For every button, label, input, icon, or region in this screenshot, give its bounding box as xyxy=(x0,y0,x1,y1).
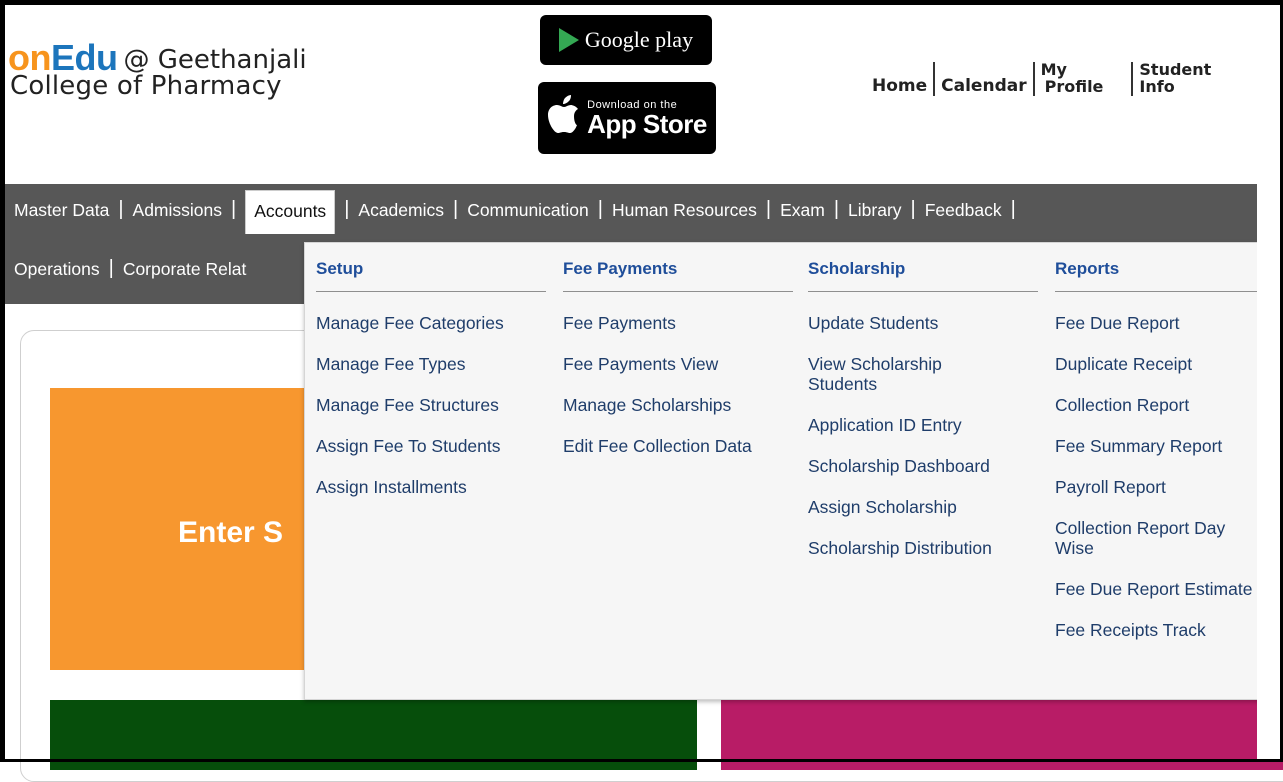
setup-list: Manage Fee Categories Manage Fee Types M… xyxy=(316,313,504,518)
nav-human-resources[interactable]: Human Resources xyxy=(612,200,757,221)
app-store-badge[interactable]: Download on the App Store xyxy=(538,82,716,154)
my-profile-line2: Profile xyxy=(1044,76,1104,96)
divider xyxy=(1131,62,1134,96)
menu-manage-fee-structures[interactable]: Manage Fee Structures xyxy=(316,395,504,415)
divider xyxy=(563,291,793,292)
nav-library[interactable]: Library xyxy=(848,200,902,221)
google-play-badge[interactable]: Google play xyxy=(540,15,712,65)
menu-fee-receipts-track[interactable]: Fee Receipts Track xyxy=(1055,620,1255,640)
nav-separator: | xyxy=(597,198,603,220)
menu-manage-scholarships[interactable]: Manage Scholarships xyxy=(563,395,752,415)
reports-list: Fee Due Report Duplicate Receipt Collect… xyxy=(1055,313,1255,661)
nav-separator: | xyxy=(231,198,237,220)
menu-application-id-entry[interactable]: Application ID Entry xyxy=(808,415,992,435)
apple-icon xyxy=(547,94,581,142)
nav-exam[interactable]: Exam xyxy=(780,200,825,221)
app-store-big-label: App Store xyxy=(587,108,707,139)
nav-feedback[interactable]: Feedback xyxy=(925,200,1002,221)
menu-fee-payments-view[interactable]: Fee Payments View xyxy=(563,354,752,374)
nav-separator: | xyxy=(1010,198,1016,220)
menu-scholarship-distribution[interactable]: Scholarship Distribution xyxy=(808,538,992,558)
nav-separator: | xyxy=(344,198,350,220)
nav-operations[interactable]: Operations xyxy=(14,259,100,280)
menu-manage-fee-types[interactable]: Manage Fee Types xyxy=(316,354,504,374)
student-info-link[interactable]: Student Info xyxy=(1135,61,1215,96)
scholarship-list: Update Students View Scholarship Student… xyxy=(808,313,992,579)
menu-assign-scholarship[interactable]: Assign Scholarship xyxy=(808,497,992,517)
menu-manage-fee-categories[interactable]: Manage Fee Categories xyxy=(316,313,504,333)
divider xyxy=(933,62,936,96)
menu-update-students[interactable]: Update Students xyxy=(808,313,992,333)
nav-corporate-relations[interactable]: Corporate Relat xyxy=(123,259,247,280)
top-links: Home Calendar My Profile Student Info xyxy=(868,61,1215,96)
enter-tile-label: Enter S xyxy=(178,516,284,549)
nav-separator: | xyxy=(910,198,916,220)
nav-separator: | xyxy=(118,198,124,220)
nav-academics[interactable]: Academics xyxy=(358,200,444,221)
menu-fee-summary-report[interactable]: Fee Summary Report xyxy=(1055,436,1255,456)
fee-payments-list: Fee Payments Fee Payments View Manage Sc… xyxy=(563,313,752,477)
divider xyxy=(316,291,546,292)
divider xyxy=(1055,291,1283,292)
divider xyxy=(808,291,1038,292)
menu-collection-report[interactable]: Collection Report xyxy=(1055,395,1255,415)
menu-assign-installments[interactable]: Assign Installments xyxy=(316,477,504,497)
menu-scholarship-dashboard[interactable]: Scholarship Dashboard xyxy=(808,456,992,476)
play-icon xyxy=(558,28,579,52)
nav-row-1: Master Data | Admissions | Accounts | Acade… xyxy=(14,189,1025,234)
nav-row-2: Operations | Corporate Relat xyxy=(14,257,247,281)
nav-communication[interactable]: Communication xyxy=(467,200,589,221)
calendar-link[interactable]: Calendar xyxy=(937,62,1030,96)
nav-separator: | xyxy=(452,198,459,220)
scholarship-heading: Scholarship xyxy=(808,259,906,278)
home-link[interactable]: Home xyxy=(868,62,931,96)
menu-collection-report-day-wise[interactable]: Collection Report Day Wise xyxy=(1055,518,1255,558)
accounts-dropdown-menu: Setup Manage Fee Categories Manage Fee T… xyxy=(304,242,1283,700)
menu-payroll-report[interactable]: Payroll Report xyxy=(1055,477,1255,497)
nav-master-data[interactable]: Master Data xyxy=(14,200,109,221)
nav-accounts[interactable]: Accounts xyxy=(245,189,336,234)
nav-admissions[interactable]: Admissions xyxy=(133,200,222,221)
my-profile-link[interactable]: My Profile xyxy=(1037,61,1108,96)
nav-separator: | xyxy=(833,198,840,220)
nav-separator: | xyxy=(108,257,114,279)
reports-heading: Reports xyxy=(1055,259,1120,278)
menu-view-scholarship-students[interactable]: View Scholarship Students xyxy=(808,354,968,394)
menu-fee-payments[interactable]: Fee Payments xyxy=(563,313,752,333)
fee-payments-heading: Fee Payments xyxy=(563,259,678,278)
menu-fee-due-report[interactable]: Fee Due Report xyxy=(1055,313,1255,333)
college-name: College of Pharmacy xyxy=(10,71,282,101)
setup-heading: Setup xyxy=(316,259,364,278)
menu-edit-fee-collection-data[interactable]: Edit Fee Collection Data xyxy=(563,436,752,456)
divider xyxy=(1032,62,1035,96)
menu-fee-due-report-estimate[interactable]: Fee Due Report Estimate xyxy=(1055,579,1255,599)
student-info-line2: Info xyxy=(1139,76,1175,96)
google-play-label: Google play xyxy=(584,27,694,52)
menu-duplicate-receipt[interactable]: Duplicate Receipt xyxy=(1055,354,1255,374)
menu-assign-fee-to-students[interactable]: Assign Fee To Students xyxy=(316,436,504,456)
nav-separator: | xyxy=(765,198,772,220)
